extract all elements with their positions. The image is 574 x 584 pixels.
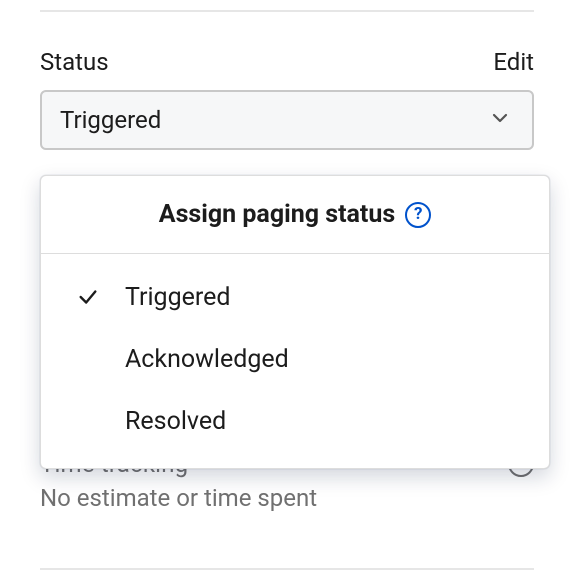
dropdown-list: Triggered Acknowledged Resolved xyxy=(41,254,549,468)
dropdown-option-label: Triggered xyxy=(125,283,230,312)
dropdown-option-label: Acknowledged xyxy=(125,345,289,374)
check-icon xyxy=(77,286,125,308)
dropdown-option-triggered[interactable]: Triggered xyxy=(41,266,549,328)
time-tracking-value: No estimate or time spent xyxy=(40,484,534,512)
section-divider-bottom xyxy=(40,568,534,570)
help-icon[interactable]: ? xyxy=(405,202,431,228)
section-divider-top xyxy=(40,10,534,12)
dropdown-option-label: Resolved xyxy=(125,407,226,436)
status-dropdown: Assign paging status ? Triggered Acknowl… xyxy=(40,175,550,469)
chevron-down-icon xyxy=(490,108,510,132)
dropdown-header: Assign paging status ? xyxy=(41,176,549,254)
dropdown-option-resolved[interactable]: Resolved xyxy=(41,390,549,452)
dropdown-option-acknowledged[interactable]: Acknowledged xyxy=(41,328,549,390)
edit-button[interactable]: Edit xyxy=(493,48,534,76)
status-label: Status xyxy=(40,48,109,76)
status-field-header: Status Edit xyxy=(40,48,534,76)
status-select-value: Triggered xyxy=(60,106,161,134)
status-select[interactable]: Triggered xyxy=(40,90,534,150)
dropdown-title: Assign paging status xyxy=(159,200,395,229)
